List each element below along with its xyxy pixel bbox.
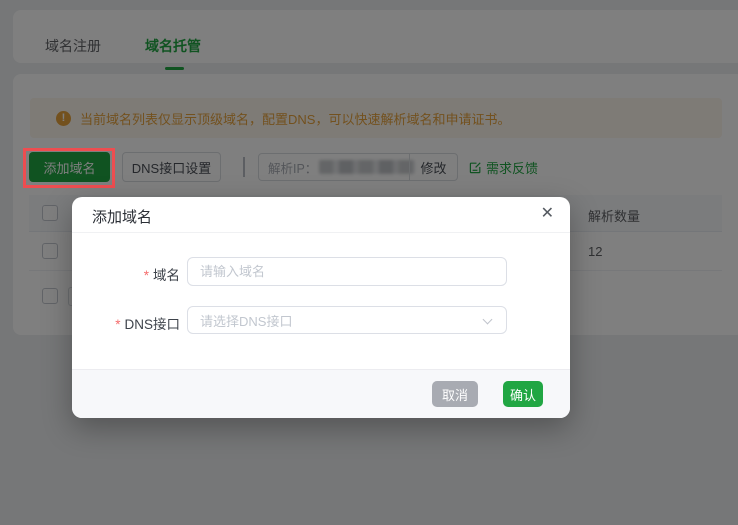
dialog-footer: 取消 确认 xyxy=(72,369,570,418)
dialog-title: 添加域名 xyxy=(92,206,152,227)
page: 域名注册 域名托管 当前域名列表仅显示顶级域名，配置DNS，可以快速解析域名和申… xyxy=(0,0,738,525)
dns-field-label: DNS接口 xyxy=(72,313,180,333)
annotation-highlight-box xyxy=(23,148,115,188)
domain-field-label: 域名 xyxy=(72,264,180,284)
chevron-down-icon xyxy=(483,315,493,325)
dialog-header: 添加域名 ✕ xyxy=(72,197,570,233)
dns-select-placeholder: 请选择DNS接口 xyxy=(200,311,292,330)
dns-select[interactable]: 请选择DNS接口 xyxy=(187,306,507,334)
cancel-button[interactable]: 取消 xyxy=(432,381,478,407)
close-icon[interactable]: ✕ xyxy=(541,204,554,224)
confirm-button[interactable]: 确认 xyxy=(503,381,543,407)
add-domain-dialog: 添加域名 ✕ 域名 DNS接口 请选择DNS接口 取消 确认 xyxy=(72,197,570,418)
domain-input[interactable] xyxy=(187,257,507,286)
